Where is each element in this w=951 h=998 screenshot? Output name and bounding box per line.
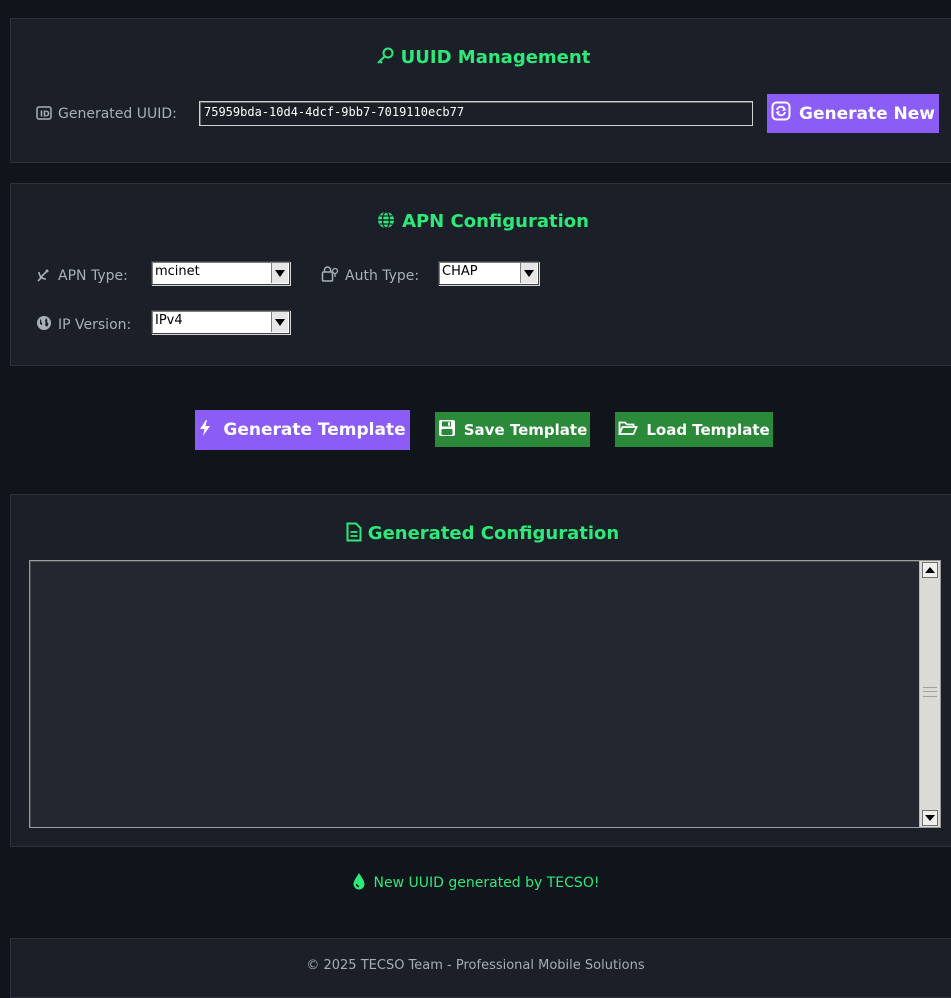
scroll-down-icon[interactable] bbox=[922, 810, 938, 826]
save-template-label: Save Template bbox=[463, 420, 588, 439]
ip-version-label: IP Version: bbox=[36, 315, 131, 335]
key-icon bbox=[375, 46, 395, 71]
uuid-field[interactable]: 75959bda-10d4-4dcf-9bb7-7019110ecb77 bbox=[199, 101, 753, 126]
lock-icon bbox=[321, 266, 339, 286]
footer-text: © 2025 TECSO Team - Professional Mobile … bbox=[306, 958, 645, 973]
save-template-button[interactable]: Save Template bbox=[435, 412, 590, 447]
generate-template-button[interactable]: Generate Template bbox=[195, 410, 410, 450]
apn-type-label: APN Type: bbox=[36, 266, 128, 286]
uuid-label-text: Generated UUID: bbox=[58, 106, 177, 122]
generate-new-label: Generate New bbox=[798, 103, 935, 124]
vertical-scrollbar[interactable] bbox=[919, 561, 940, 827]
id-card-icon: ID bbox=[36, 106, 52, 124]
apn-panel-title: APN Configuration bbox=[11, 210, 951, 235]
floppy-icon bbox=[438, 419, 456, 441]
ip-version-value: IPv4 bbox=[155, 313, 183, 328]
status-message: New UUID generated by TECSO! bbox=[0, 872, 951, 894]
output-panel-title-text: Generated Configuration bbox=[367, 523, 620, 544]
generate-template-label: Generate Template bbox=[223, 420, 406, 440]
apn-type-select[interactable]: mcinet bbox=[151, 261, 290, 285]
document-icon bbox=[346, 522, 362, 547]
chevron-down-icon[interactable] bbox=[271, 312, 288, 332]
apn-panel-title-text: APN Configuration bbox=[402, 211, 589, 232]
apn-type-value: mcinet bbox=[155, 264, 200, 279]
load-template-label: Load Template bbox=[646, 420, 770, 439]
svg-text:ID: ID bbox=[40, 110, 50, 119]
scroll-grip[interactable] bbox=[923, 687, 937, 697]
chevron-down-icon[interactable] bbox=[271, 263, 288, 283]
status-message-text: New UUID generated by TECSO! bbox=[373, 875, 600, 891]
bolt-icon bbox=[199, 419, 211, 441]
generate-new-button[interactable]: Generate New bbox=[767, 94, 939, 133]
earth-icon bbox=[36, 315, 52, 335]
auth-type-value: CHAP bbox=[442, 264, 478, 279]
uuid-label: ID Generated UUID: bbox=[36, 106, 177, 124]
ip-version-select[interactable]: IPv4 bbox=[151, 310, 290, 334]
satellite-dish-icon bbox=[36, 266, 52, 286]
auth-type-select[interactable]: CHAP bbox=[438, 261, 539, 285]
chevron-down-icon[interactable] bbox=[520, 263, 537, 283]
ip-version-label-text: IP Version: bbox=[58, 317, 132, 333]
uuid-panel: UUID Management bbox=[10, 18, 951, 163]
uuid-panel-title: UUID Management bbox=[11, 46, 951, 71]
load-template-button[interactable]: Load Template bbox=[615, 412, 773, 447]
scroll-up-icon[interactable] bbox=[922, 562, 938, 578]
droplet-icon bbox=[352, 872, 366, 894]
auth-type-label-text: Auth Type: bbox=[345, 268, 420, 284]
apn-type-label-text: APN Type: bbox=[58, 268, 128, 284]
refresh-icon bbox=[771, 101, 791, 126]
globe-icon bbox=[376, 210, 396, 235]
folder-open-icon bbox=[618, 420, 639, 440]
output-panel-title: Generated Configuration bbox=[11, 522, 951, 547]
uuid-panel-title-text: UUID Management bbox=[400, 47, 591, 68]
config-output-textarea[interactable] bbox=[29, 560, 941, 828]
auth-type-label: Auth Type: bbox=[321, 266, 419, 286]
